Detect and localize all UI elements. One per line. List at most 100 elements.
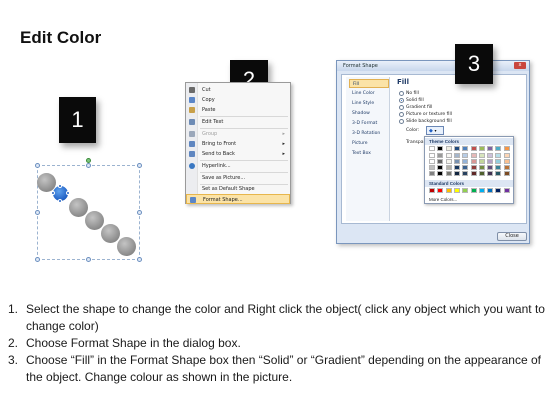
standard-color-swatch[interactable] — [487, 188, 494, 193]
theme-color-swatch[interactable] — [487, 171, 494, 176]
color-dropdown[interactable]: ◆ ▾ — [426, 126, 444, 135]
menu-item-edit-text[interactable]: Edit Text — [186, 117, 290, 127]
standard-color-swatch[interactable] — [462, 188, 469, 193]
theme-color-swatch[interactable] — [445, 159, 452, 164]
theme-color-swatch[interactable] — [487, 159, 494, 164]
theme-color-swatch[interactable] — [487, 153, 494, 158]
theme-color-swatch[interactable] — [495, 159, 502, 164]
resize-handle[interactable] — [35, 210, 40, 215]
nav-item-text-box[interactable]: Text Box — [349, 149, 389, 158]
theme-color-swatch[interactable] — [503, 171, 510, 176]
theme-color-swatch[interactable] — [453, 159, 460, 164]
theme-color-swatch[interactable] — [462, 146, 469, 151]
nav-item-fill[interactable]: Fill — [349, 79, 389, 88]
theme-color-swatch[interactable] — [453, 171, 460, 176]
theme-color-swatch[interactable] — [437, 146, 444, 151]
nav-item-3d-format[interactable]: 3-D Format — [349, 119, 389, 128]
resize-handle[interactable] — [137, 257, 142, 262]
radio-solid-fill[interactable]: Solid fill — [399, 97, 424, 104]
standard-color-swatch[interactable] — [503, 188, 510, 193]
theme-color-swatch[interactable] — [445, 146, 452, 151]
gray-ball-shape[interactable] — [117, 237, 136, 256]
theme-color-swatch[interactable] — [445, 171, 452, 176]
theme-color-swatch[interactable] — [437, 171, 444, 176]
theme-color-swatch[interactable] — [429, 153, 435, 158]
close-button[interactable]: Close — [497, 232, 527, 241]
theme-color-swatch[interactable] — [445, 165, 452, 170]
close-icon[interactable]: x — [514, 62, 526, 69]
theme-color-swatch[interactable] — [495, 153, 502, 158]
theme-color-swatch[interactable] — [462, 159, 469, 164]
radio-slide-background-fill[interactable]: Slide background fill — [399, 118, 452, 125]
gray-ball-shape[interactable] — [101, 224, 120, 243]
theme-color-swatch[interactable] — [429, 146, 435, 151]
nav-item-line-color[interactable]: Line Color — [349, 89, 389, 98]
nav-item-shadow[interactable]: Shadow — [349, 109, 389, 118]
menu-item-send-to-back[interactable]: Send to Back ▸ — [186, 149, 290, 159]
theme-color-swatch[interactable] — [453, 146, 460, 151]
shape-handle[interactable] — [51, 191, 55, 195]
nav-item-picture[interactable]: Picture — [349, 139, 389, 148]
radio-picture-texture-fill[interactable]: Picture or texture fill — [399, 111, 452, 118]
theme-color-swatch[interactable] — [478, 153, 485, 158]
theme-color-swatch[interactable] — [429, 159, 435, 164]
theme-color-swatch[interactable] — [487, 165, 494, 170]
theme-color-swatch[interactable] — [437, 153, 444, 158]
shape-handle[interactable] — [58, 184, 62, 188]
resize-handle[interactable] — [137, 210, 142, 215]
theme-color-swatch[interactable] — [470, 153, 477, 158]
nav-item-line-style[interactable]: Line Style — [349, 99, 389, 108]
nav-item-3d-rotation[interactable]: 3-D Rotation — [349, 129, 389, 138]
theme-color-swatch[interactable] — [503, 159, 510, 164]
standard-color-swatch[interactable] — [478, 188, 485, 193]
theme-color-swatch[interactable] — [429, 165, 435, 170]
menu-item-bring-to-front[interactable]: Bring to Front ▸ — [186, 139, 290, 149]
menu-item-save-as-picture[interactable]: Save as Picture... — [186, 173, 290, 183]
gray-ball-shape[interactable] — [85, 211, 104, 230]
menu-item-format-shape[interactable]: Format Shape... — [186, 194, 290, 204]
theme-color-swatch[interactable] — [437, 159, 444, 164]
theme-color-swatch[interactable] — [495, 171, 502, 176]
shape-handle[interactable] — [66, 191, 70, 195]
theme-color-swatch[interactable] — [462, 171, 469, 176]
theme-color-swatch[interactable] — [478, 165, 485, 170]
radio-gradient-fill[interactable]: Gradient fill — [399, 104, 432, 111]
resize-handle[interactable] — [35, 257, 40, 262]
menu-item-copy[interactable]: Copy — [186, 95, 290, 105]
theme-color-swatch[interactable] — [470, 165, 477, 170]
theme-color-swatch[interactable] — [437, 165, 444, 170]
resize-handle[interactable] — [86, 257, 91, 262]
menu-item-paste[interactable]: Paste — [186, 105, 290, 115]
theme-color-swatch[interactable] — [470, 171, 477, 176]
theme-color-swatch[interactable] — [503, 153, 510, 158]
standard-color-swatch[interactable] — [429, 188, 435, 193]
theme-color-swatch[interactable] — [470, 146, 477, 151]
theme-color-swatch[interactable] — [470, 159, 477, 164]
theme-color-swatch[interactable] — [478, 171, 485, 176]
theme-color-swatch[interactable] — [429, 171, 435, 176]
standard-color-swatch[interactable] — [470, 188, 477, 193]
menu-item-cut[interactable]: Cut — [186, 85, 290, 95]
theme-color-swatch[interactable] — [495, 165, 502, 170]
theme-color-swatch[interactable] — [503, 146, 510, 151]
resize-handle[interactable] — [35, 163, 40, 168]
theme-color-swatch[interactable] — [495, 146, 502, 151]
theme-color-swatch[interactable] — [453, 153, 460, 158]
standard-color-swatch[interactable] — [445, 188, 452, 193]
theme-color-swatch[interactable] — [487, 146, 494, 151]
more-colors-link[interactable]: More Colors... — [429, 197, 457, 202]
theme-color-swatch[interactable] — [462, 153, 469, 158]
theme-color-swatch[interactable] — [503, 165, 510, 170]
theme-color-swatch[interactable] — [462, 165, 469, 170]
resize-handle[interactable] — [86, 163, 91, 168]
theme-color-swatch[interactable] — [453, 165, 460, 170]
gray-ball-shape[interactable] — [69, 198, 88, 217]
standard-color-swatch[interactable] — [453, 188, 460, 193]
theme-color-swatch[interactable] — [445, 153, 452, 158]
resize-handle[interactable] — [137, 163, 142, 168]
radio-no-fill[interactable]: No fill — [399, 90, 419, 97]
menu-item-hyperlink[interactable]: Hyperlink... — [186, 161, 290, 171]
standard-color-swatch[interactable] — [495, 188, 502, 193]
shape-handle[interactable] — [58, 199, 62, 203]
theme-color-swatch[interactable] — [478, 159, 485, 164]
